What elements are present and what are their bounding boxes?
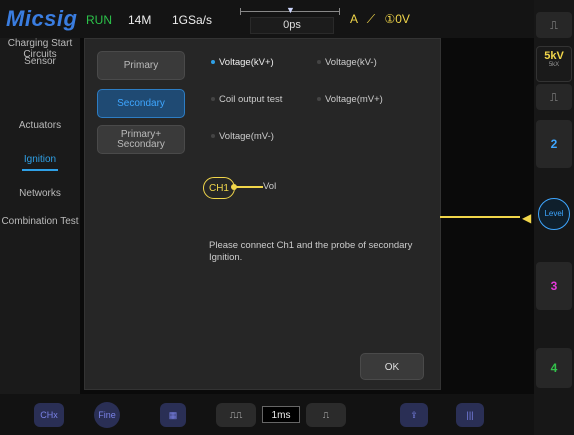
option-label: Voltage(mV+) [325, 94, 383, 105]
memory-depth[interactable]: 14M [128, 13, 151, 27]
pulse-icon-button[interactable]: ⎍ [536, 84, 572, 110]
run-stop-button[interactable]: ||| [456, 403, 484, 427]
radio-icon [211, 134, 215, 139]
pulse-icon: ⎍ [550, 20, 558, 32]
run-status[interactable]: RUN [86, 13, 112, 27]
sidebar-item-label: Networks [19, 188, 61, 199]
channel-2-button[interactable]: 2 [536, 120, 572, 168]
timebase-increase-button[interactable]: ⎍ [306, 403, 346, 427]
timebase-marker-icon: ▼ [286, 5, 295, 15]
sidebar-item-label: Actuators [18, 120, 62, 131]
right-control-bar: ⎍ 5kV 5kX ⎍ 2 Level 3 4 [534, 0, 574, 435]
grid-icon: ▦ [168, 410, 178, 420]
radio-icon [317, 97, 321, 102]
radio-selected-icon [211, 60, 215, 65]
bars-icon: ||| [466, 410, 474, 420]
timebase-position[interactable]: ▼ 0ps [240, 5, 340, 34]
brand-logo: Micsig [6, 6, 78, 31]
pulse-icon: ⎍ [550, 92, 558, 104]
option-voltage-mv-plus[interactable]: Voltage(mV+) [317, 94, 383, 105]
probe-wire [235, 186, 263, 188]
primary-secondary-button[interactable]: Primary+ Secondary [97, 125, 185, 154]
option-coil-output-test[interactable]: Coil output test [211, 94, 282, 105]
chx-button[interactable]: CHx [34, 403, 64, 427]
ignition-dialog: Primary Secondary Primary+ Secondary Vol… [84, 38, 441, 390]
display-mode-button[interactable]: ▦ [160, 403, 186, 427]
sidebar-item-sensor[interactable]: Sensor [0, 56, 80, 67]
ch1-scale-value: 5kV [544, 50, 564, 62]
single-pulse-icon: ⎍ [322, 410, 330, 420]
secondary-button[interactable]: Secondary [97, 89, 185, 118]
sidebar-item-label: Ignition [23, 154, 57, 165]
radio-icon [317, 60, 321, 65]
channel-4-label: 4 [550, 361, 558, 375]
rising-edge-icon: ⟋ [366, 12, 376, 26]
probe-label: Vol [263, 181, 277, 192]
level-knob[interactable]: Level [538, 198, 570, 230]
timebase-decrease-button[interactable]: ⎍⎍ [216, 403, 256, 427]
channel-2-label: 2 [550, 137, 558, 151]
channel-3-button[interactable]: 3 [536, 262, 572, 310]
option-voltage-mv-minus[interactable]: Voltage(mV-) [211, 131, 274, 142]
radio-icon [211, 97, 215, 102]
time-offset: 0ps [250, 17, 334, 34]
export-button[interactable]: ⇪ [400, 403, 428, 427]
sidebar-item-label: Combination Test [1, 216, 79, 227]
trigger-value: ①0V [384, 12, 410, 26]
export-icon: ⇪ [410, 410, 418, 420]
sidebar-item-combination-test[interactable]: Combination Test [0, 216, 80, 227]
sidebar-item-networks[interactable]: Networks [0, 188, 80, 199]
sidebar-item-ignition[interactable]: Ignition [0, 154, 80, 165]
sample-rate: 1GSa/s [172, 13, 213, 27]
trigger-source-label: A [350, 12, 358, 26]
pulse-train-icon: ⎍⎍ [229, 410, 243, 420]
option-voltage-kv-minus[interactable]: Voltage(kV-) [317, 57, 377, 68]
option-label: Voltage(kV+) [219, 57, 274, 68]
fine-button[interactable]: Fine [94, 402, 120, 428]
ok-button[interactable]: OK [360, 353, 424, 380]
pulse-icon-button[interactable]: ⎍ [536, 12, 572, 38]
channel-4-button[interactable]: 4 [536, 348, 572, 388]
active-indicator [22, 169, 58, 171]
sidebar-item-label: Sensor [24, 56, 56, 67]
option-label: Coil output test [219, 94, 283, 105]
option-label: Voltage(mV-) [219, 131, 274, 142]
timebase-value: 1ms [262, 406, 300, 423]
primary-button[interactable]: Primary [97, 51, 185, 80]
sidebar-item-actuators[interactable]: Actuators [0, 120, 80, 131]
option-voltage-kv-plus[interactable]: Voltage(kV+) [211, 57, 274, 68]
channel-3-label: 3 [550, 279, 558, 293]
status-bar: Micsig RUN 14M 1GSa/s ▼ 0ps A ⟋ ①0V [0, 0, 574, 38]
ch1-scale-sub: 5kX [548, 62, 560, 68]
ch1-level-arrow-icon: ◀ [522, 211, 532, 225]
sidebar-menu: Charging Start Circuits Sensor Actuators… [0, 38, 80, 394]
trigger-info[interactable]: A ⟋ ①0V [350, 12, 410, 27]
ch1-trace [440, 216, 520, 218]
ch1-scale[interactable]: 5kV 5kX [536, 46, 572, 82]
bottom-toolbar: CHx Fine ▦ ⎍⎍ 1ms ⎍ ⇪ ||| [0, 394, 534, 435]
option-label: Voltage(kV-) [325, 57, 377, 68]
instruction-message: Please connect Ch1 and the probe of seco… [209, 240, 413, 263]
